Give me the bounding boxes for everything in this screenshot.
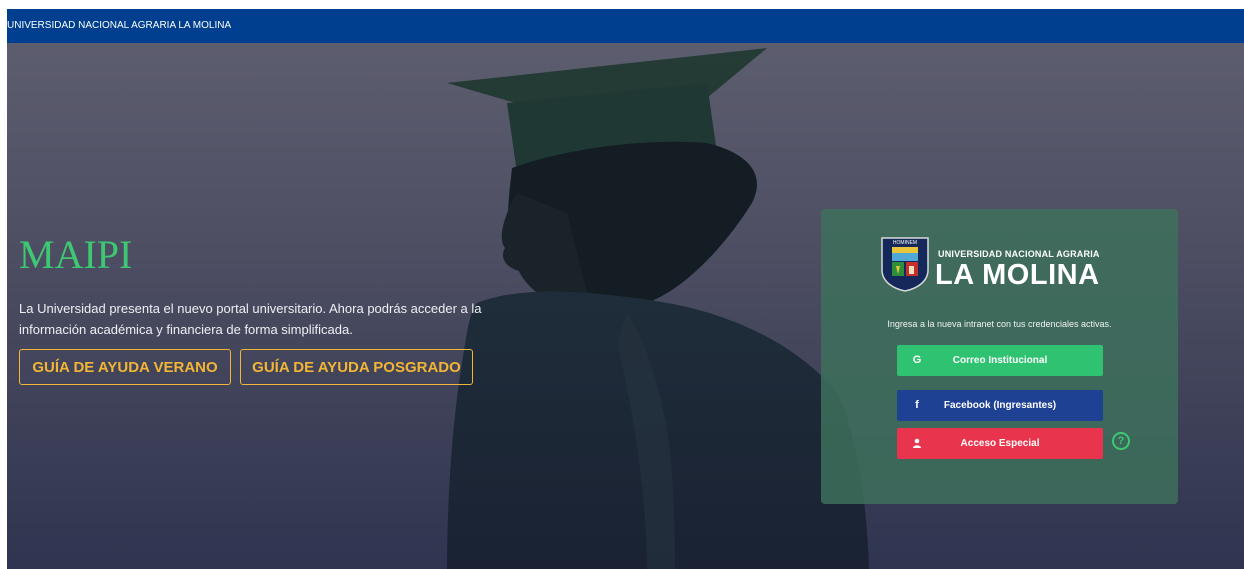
university-line: UNIVERSIDAD NACIONAL AGRARIA	[938, 249, 1100, 259]
special-access-button[interactable]: Acceso Especial	[897, 428, 1103, 459]
institutional-email-button[interactable]: G Correo Institucional	[897, 345, 1103, 376]
institutional-email-label: Correo Institucional	[952, 355, 1048, 366]
facebook-icon: f	[915, 399, 919, 411]
login-card: HOMINEM UNIVERSIDAD NACIONAL AGRARIA LA …	[821, 209, 1178, 504]
user-icon	[911, 428, 923, 459]
facebook-login-button[interactable]: f Facebook (Ingresantes)	[897, 390, 1103, 421]
hero-title: MAIPI	[19, 232, 133, 277]
facebook-login-label: Facebook (Ingresantes)	[943, 400, 1057, 411]
guide-summer-button[interactable]: GUÍA DE AYUDA VERANO	[19, 349, 231, 385]
page-frame: UNIVERSIDAD NACIONAL AGRARIA LA MOLINA M…	[7, 9, 1244, 569]
university-name: LA MOLINA	[935, 259, 1100, 291]
hero-description: La Universidad presenta el nuevo portal …	[19, 301, 482, 337]
google-icon: G	[912, 354, 922, 366]
guide-postgraduate-button[interactable]: GUÍA DE AYUDA POSGRADO	[240, 349, 473, 385]
university-crest-logo: HOMINEM	[881, 237, 929, 292]
login-intro-text: Ingresa a la nueva intranet con tus cred…	[887, 319, 1112, 329]
question-circle-icon[interactable]: ?	[1112, 432, 1130, 450]
svg-text:HOMINEM: HOMINEM	[893, 240, 917, 246]
hero-section: MAIPI La Universidad presenta el nuevo p…	[7, 43, 1244, 569]
top-bar: UNIVERSIDAD NACIONAL AGRARIA LA MOLINA	[7, 9, 1244, 43]
special-access-label: Acceso Especial	[960, 438, 1040, 449]
top-bar-title: UNIVERSIDAD NACIONAL AGRARIA LA MOLINA	[7, 20, 232, 31]
